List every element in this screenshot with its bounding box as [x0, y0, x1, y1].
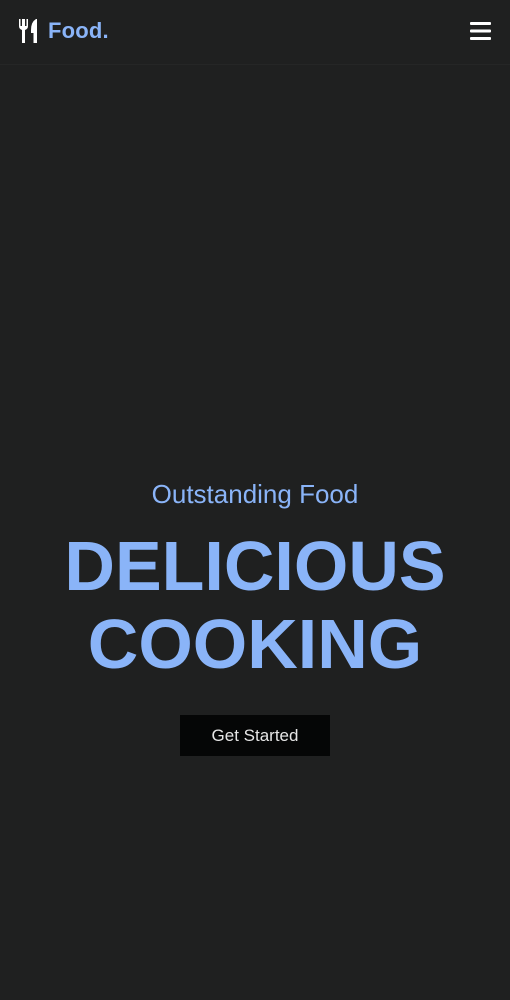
hero-headline-line2: COOKING	[87, 605, 423, 683]
fork-knife-icon	[18, 18, 40, 44]
hero-section: Outstanding Food DELICIOUS COOKING Get S…	[0, 65, 510, 1000]
hero-headline: DELICIOUS COOKING	[0, 527, 510, 683]
hero-headline-line1: DELICIOUS	[64, 527, 446, 605]
hamburger-menu-icon[interactable]	[470, 20, 493, 42]
logo-text: Food.	[48, 18, 109, 43]
logo-link[interactable]: Food.	[18, 18, 109, 44]
site-header: Food.	[0, 0, 510, 65]
hero-subtitle: Outstanding Food	[151, 479, 359, 509]
get-started-button[interactable]: Get Started	[180, 715, 330, 756]
